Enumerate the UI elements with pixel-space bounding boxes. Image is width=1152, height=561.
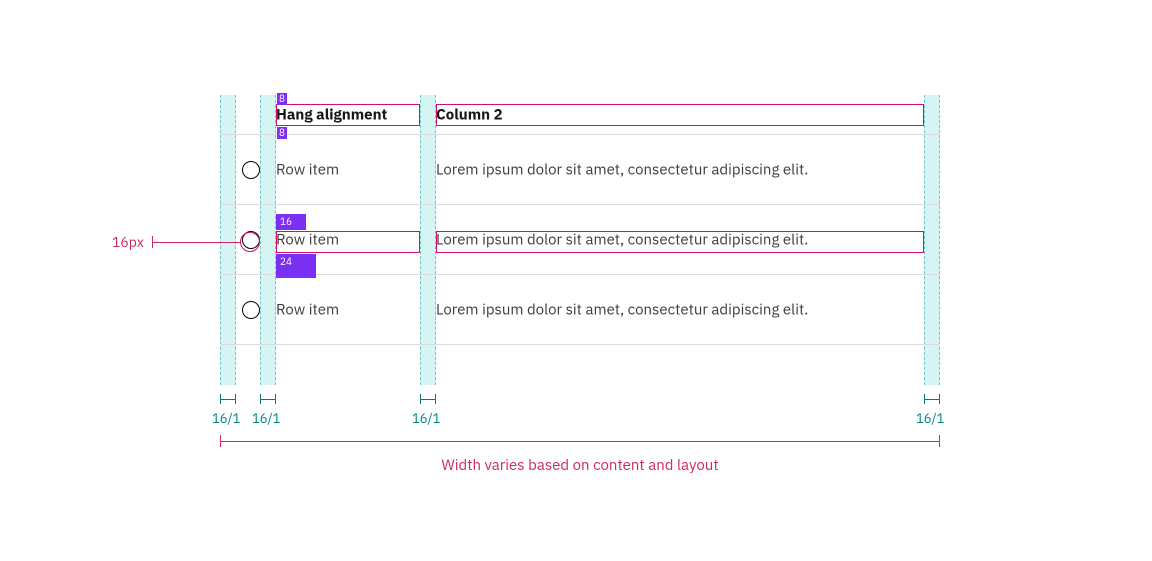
radio-icon[interactable] <box>242 301 260 319</box>
radio-icon[interactable] <box>242 231 260 249</box>
header-col2: Column 2 <box>436 105 926 124</box>
row-col1: Row item <box>276 300 339 319</box>
callout-16px: 16px <box>112 233 144 251</box>
measure-g3: 16/1 <box>420 394 436 427</box>
measure-g2: 16/1 <box>260 394 276 427</box>
header-col1: Hang alignment <box>276 105 387 124</box>
callout-line <box>152 242 240 243</box>
fullwidth-bracket <box>220 435 940 447</box>
spacing-chip-16: 16 <box>278 216 294 228</box>
spec-diagram: Hang alignment Column 2 Row item Lorem i… <box>0 0 1152 561</box>
spacing-chip-8-bottom: 8 <box>277 127 287 139</box>
table-header-row: Hang alignment Column 2 <box>220 95 940 135</box>
fullwidth-caption: Width varies based on content and layout <box>220 456 940 475</box>
table-row: Row item Lorem ipsum dolor sit amet, con… <box>220 135 940 205</box>
row-col2: Lorem ipsum dolor sit amet, consectetur … <box>436 160 926 179</box>
radio-icon[interactable] <box>242 161 260 179</box>
row-col2: Lorem ipsum dolor sit amet, consectetur … <box>436 300 926 319</box>
spacing-chip-8-top: 8 <box>277 93 287 105</box>
table-row: Row item Lorem ipsum dolor sit amet, con… <box>220 205 940 275</box>
measure-g4: 16/1 <box>924 394 940 427</box>
row-col1: Row item <box>276 230 339 249</box>
data-table: Hang alignment Column 2 Row item Lorem i… <box>220 95 940 345</box>
table-row: Row item Lorem ipsum dolor sit amet, con… <box>220 275 940 345</box>
row-col2: Lorem ipsum dolor sit amet, consectetur … <box>436 230 926 249</box>
callout-tick <box>152 236 153 248</box>
measure-g1: 16/1 <box>220 394 236 427</box>
spacing-chip-24: 24 <box>278 256 294 268</box>
row-col1: Row item <box>276 160 339 179</box>
